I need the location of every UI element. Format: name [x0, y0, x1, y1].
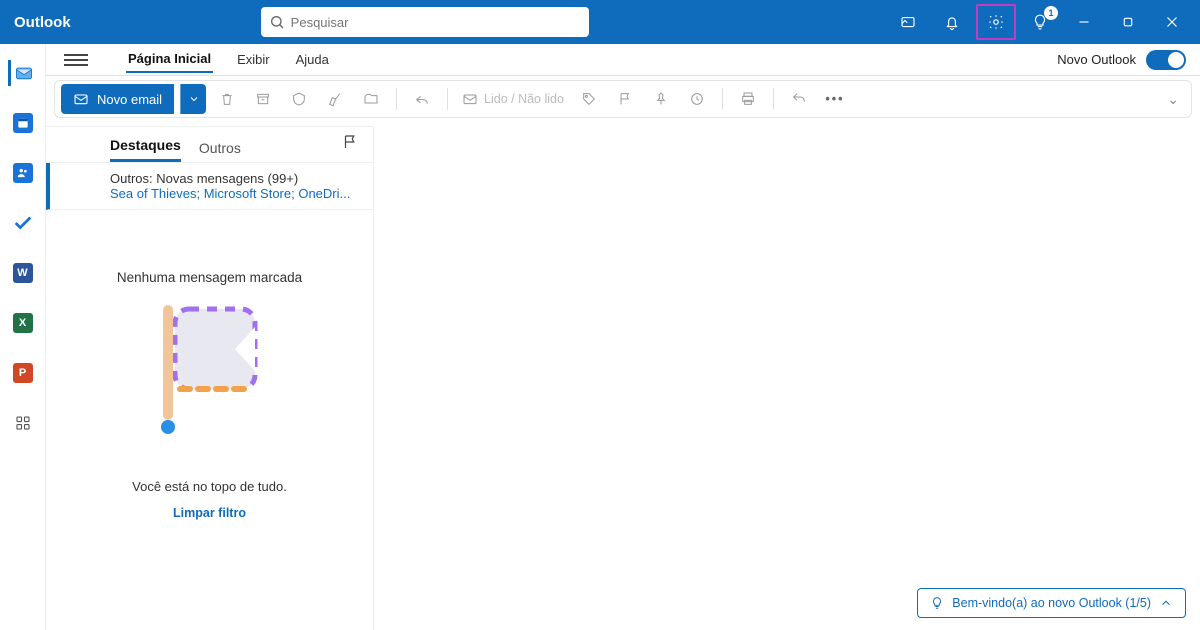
toolbar-separator — [722, 88, 723, 110]
rail-more-apps[interactable] — [10, 410, 36, 436]
empty-flag-illustration — [145, 297, 275, 437]
welcome-text: Bem-vindo(a) ao novo Outlook (1/5) — [952, 596, 1151, 610]
tips-badge: 1 — [1044, 6, 1058, 20]
maximize-button[interactable] — [1108, 4, 1148, 40]
new-email-label: Novo email — [97, 92, 162, 107]
empty-state: Nenhuma mensagem marcada Você está no to… — [46, 210, 373, 630]
chevron-up-icon — [1159, 596, 1173, 610]
clear-filter-link[interactable]: Limpar filtro — [173, 506, 246, 520]
ribbon-tab-help[interactable]: Ajuda — [294, 47, 331, 72]
new-email-button[interactable]: Novo email — [61, 84, 174, 114]
flag-icon[interactable] — [610, 84, 640, 114]
tag-icon[interactable] — [574, 84, 604, 114]
other-tab[interactable]: Outros — [199, 140, 241, 162]
rail-excel[interactable]: X — [10, 310, 36, 336]
empty-state-title: Nenhuma mensagem marcada — [117, 270, 302, 285]
junk-icon[interactable] — [284, 84, 314, 114]
rail-powerpoint[interactable]: P — [10, 360, 36, 386]
snooze-icon[interactable] — [682, 84, 712, 114]
rail-todo[interactable] — [10, 210, 36, 236]
focused-tab[interactable]: Destaques — [110, 137, 181, 162]
toolbar: Novo email Lido / Não lido ••• — [54, 80, 1192, 118]
archive-icon[interactable] — [248, 84, 278, 114]
sweep-icon[interactable] — [320, 84, 350, 114]
rail-word[interactable]: W — [10, 260, 36, 286]
undo-icon[interactable] — [784, 84, 814, 114]
settings-icon[interactable] — [976, 4, 1016, 40]
app-rail: W X P — [0, 44, 46, 630]
toolbar-separator — [396, 88, 397, 110]
welcome-callout[interactable]: Bem-vindo(a) ao novo Outlook (1/5) — [917, 588, 1186, 618]
hamburger-icon[interactable] — [64, 54, 88, 66]
move-icon[interactable] — [356, 84, 386, 114]
rail-calendar[interactable] — [10, 110, 36, 136]
app-name: Outlook — [14, 14, 71, 31]
read-unread-label: Lido / Não lido — [484, 92, 564, 106]
new-outlook-toggle[interactable] — [1146, 50, 1186, 70]
print-icon[interactable] — [733, 84, 763, 114]
notifications-icon[interactable] — [932, 4, 972, 40]
title-bar: Outlook 1 — [0, 0, 1200, 44]
titlebar-actions: 1 — [888, 4, 1192, 40]
search-box[interactable] — [261, 7, 589, 37]
reply-icon[interactable] — [407, 84, 437, 114]
ribbon-tab-home[interactable]: Página Inicial — [126, 46, 213, 73]
toolbar-separator — [447, 88, 448, 110]
pin-icon[interactable] — [646, 84, 676, 114]
new-email-dropdown[interactable] — [180, 84, 206, 114]
filter-flag-icon[interactable] — [341, 133, 359, 154]
rail-mail[interactable] — [8, 60, 34, 86]
read-unread-button[interactable]: Lido / Não lido — [458, 84, 568, 114]
minimize-button[interactable] — [1064, 4, 1104, 40]
meeting-icon[interactable] — [888, 4, 928, 40]
reading-pane — [374, 126, 1200, 630]
other-summary-line1: Outros: Novas mensagens (99+) — [110, 171, 359, 186]
toolbar-expand-icon[interactable]: ⌄ — [1161, 91, 1185, 108]
search-input[interactable] — [291, 15, 581, 30]
ribbon-tab-view[interactable]: Exibir — [235, 47, 272, 72]
tips-icon[interactable]: 1 — [1020, 4, 1060, 40]
close-button[interactable] — [1152, 4, 1192, 40]
toolbar-separator — [773, 88, 774, 110]
lightbulb-icon — [930, 596, 944, 610]
empty-state-subtitle: Você está no topo de tudo. — [132, 479, 287, 494]
message-list-pane: Destaques Outros Outros: Novas mensagens… — [46, 126, 374, 630]
delete-icon[interactable] — [212, 84, 242, 114]
more-icon[interactable]: ••• — [820, 84, 850, 114]
other-summary-line2: Sea of Thieves; Microsoft Store; OneDri.… — [110, 186, 359, 201]
ribbon-tabs: Página Inicial Exibir Ajuda Novo Outlook — [46, 44, 1200, 76]
new-outlook-label: Novo Outlook — [1057, 52, 1136, 67]
rail-people[interactable] — [10, 160, 36, 186]
other-inbox-summary[interactable]: Outros: Novas mensagens (99+) Sea of Thi… — [46, 163, 373, 210]
search-icon — [269, 14, 285, 30]
